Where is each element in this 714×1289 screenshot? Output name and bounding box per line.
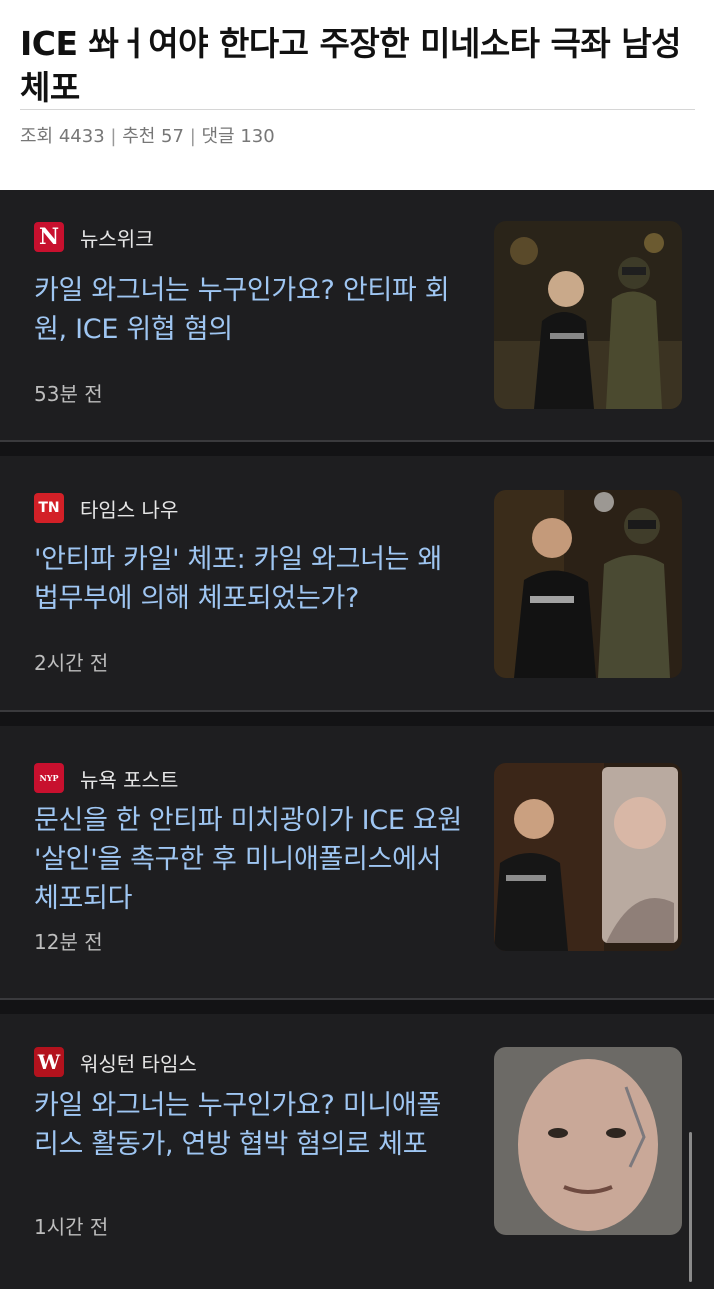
headline[interactable]: '안티파 카일' 체포: 카일 와그너는 왜 법무부에 의해 체포되었는가?	[34, 540, 464, 618]
headline[interactable]: 문신을 한 안티파 미치광이가 ICE 요원 '살인'을 촉구한 후 미니애폴리…	[34, 801, 464, 918]
article-thumbnail[interactable]	[494, 490, 682, 678]
timestamp: 12분 전	[34, 930, 103, 954]
news-card[interactable]: W 워싱턴 타임스 카일 와그너는 누구인가요? 미니애폴리스 활동가, 연방 …	[0, 1014, 714, 1289]
card-divider	[0, 440, 714, 456]
card-divider	[0, 710, 714, 726]
comment-count: 댓글 130	[201, 126, 275, 147]
times-now-logo-icon: TN	[34, 493, 64, 523]
newsweek-logo-icon: N	[34, 222, 64, 252]
card-divider	[0, 998, 714, 1014]
timestamp: 1시간 전	[34, 1215, 109, 1239]
headline[interactable]: 카일 와그너는 누구인가요? 안티파 회원, ICE 위협 혐의	[34, 271, 464, 349]
like-count: 추천 57	[122, 126, 184, 147]
article-thumbnail[interactable]	[494, 221, 682, 409]
new-york-post-logo-icon: NYP	[34, 763, 64, 793]
headline[interactable]: 카일 와그너는 누구인가요? 미니애폴리스 활동가, 연방 협박 혐의로 체포	[34, 1086, 464, 1164]
post-title: ICE 쏴ㅓ여야 한다고 주장한 미네소타 극좌 남성 체포	[20, 24, 681, 107]
source-name: 뉴스위크	[80, 226, 154, 251]
view-count: 조회 4433	[20, 126, 105, 147]
timestamp: 53분 전	[34, 382, 103, 406]
source-row: NYP 뉴욕 포스트	[34, 763, 178, 793]
news-card[interactable]: TN 타임스 나우 '안티파 카일' 체포: 카일 와그너는 왜 법무부에 의해…	[0, 456, 714, 710]
news-feed-screenshot: N 뉴스위크 카일 와그너는 누구인가요? 안티파 회원, ICE 위협 혐의 …	[0, 190, 714, 1289]
source-name: 워싱턴 타임스	[80, 1051, 197, 1076]
timestamp: 2시간 전	[34, 651, 109, 675]
article-thumbnail[interactable]	[494, 1047, 682, 1235]
meta-separator: |	[110, 126, 117, 147]
news-card[interactable]: NYP 뉴욕 포스트 문신을 한 안티파 미치광이가 ICE 요원 '살인'을 …	[0, 726, 714, 998]
washington-times-logo-icon: W	[34, 1047, 64, 1077]
post-meta: 조회 4433 | 추천 57 | 댓글 130	[20, 124, 275, 150]
scrollbar[interactable]	[689, 1132, 692, 1282]
news-card[interactable]: N 뉴스위크 카일 와그너는 누구인가요? 안티파 회원, ICE 위협 혐의 …	[0, 190, 714, 440]
source-name: 타임스 나우	[80, 497, 179, 522]
title-divider	[20, 109, 695, 110]
source-row: TN 타임스 나우	[34, 493, 178, 523]
article-thumbnail[interactable]	[494, 763, 682, 951]
source-name: 뉴욕 포스트	[80, 767, 179, 792]
post-header: ICE 쏴ㅓ여야 한다고 주장한 미네소타 극좌 남성 체포 조회 4433 |…	[0, 0, 714, 190]
source-row: N 뉴스위크	[34, 222, 154, 252]
source-row: W 워싱턴 타임스	[34, 1047, 197, 1077]
meta-separator: |	[189, 126, 196, 147]
